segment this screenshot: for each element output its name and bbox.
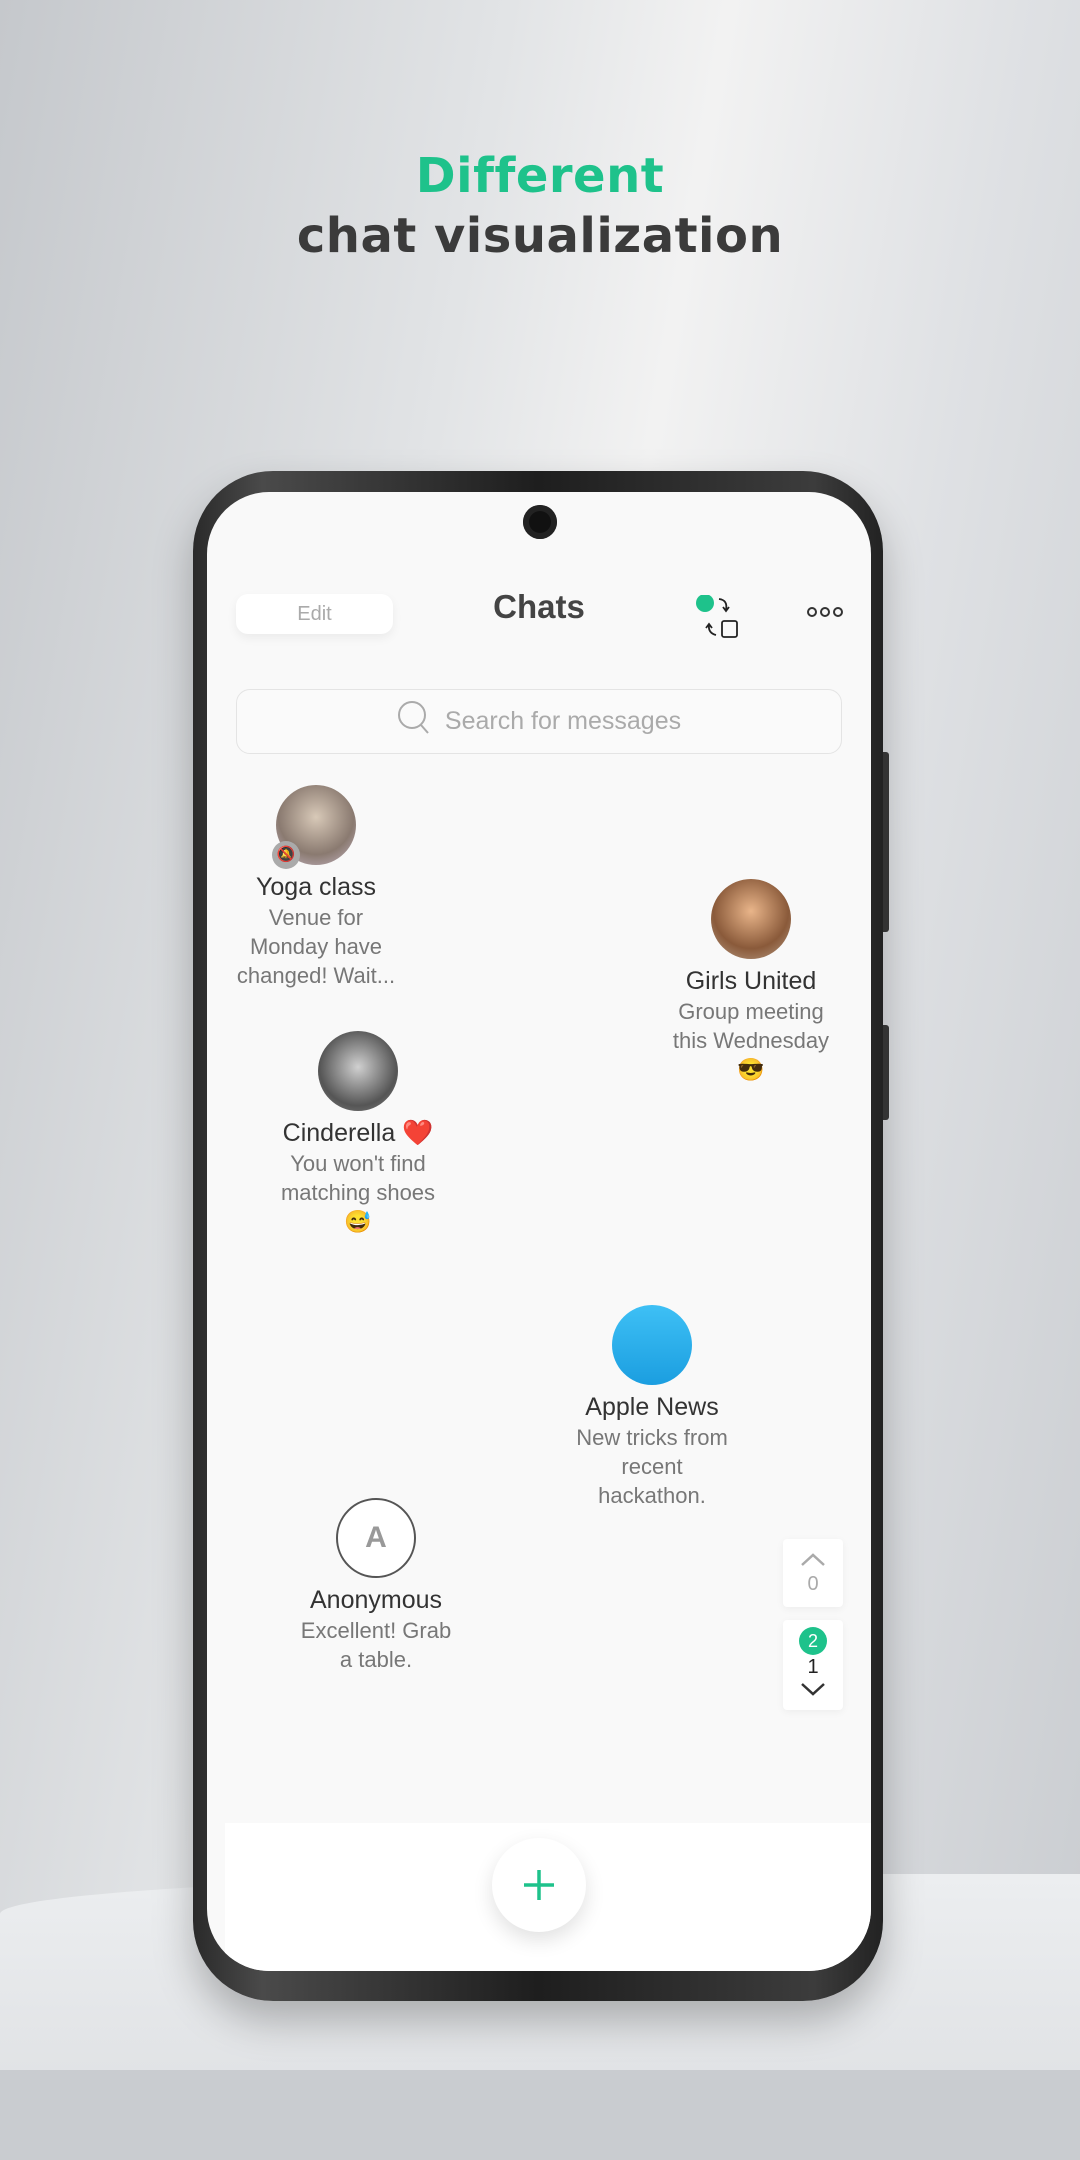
chat-item-anonymous[interactable]: A Anonymous Excellent! Grab a table. bbox=[256, 1498, 496, 1674]
unread-badge: 2 bbox=[799, 1627, 827, 1655]
chat-preview: Excellent! Grab bbox=[300, 1618, 452, 1643]
chat-item-apple-news[interactable]: Apple News New tricks from recent hackat… bbox=[532, 1305, 772, 1510]
chat-preview: Group meeting bbox=[678, 999, 824, 1024]
chat-item-cinderella[interactable]: Cinderella ❤️ You won't find matching sh… bbox=[238, 1031, 478, 1236]
headline-accent: Different bbox=[415, 148, 665, 204]
view-toggle-icon[interactable] bbox=[696, 594, 746, 644]
above-count: 0 bbox=[807, 1573, 819, 1595]
below-count: 1 bbox=[807, 1656, 819, 1678]
chat-preview: 😅 bbox=[344, 1209, 372, 1234]
avatar bbox=[318, 1031, 398, 1111]
more-options-icon[interactable] bbox=[806, 605, 846, 624]
chat-item-yoga-class[interactable]: 🔕 Yoga class Venue for Monday have chang… bbox=[207, 785, 436, 990]
chat-preview: Monday have bbox=[249, 934, 383, 959]
chat-name: Anonymous bbox=[309, 1586, 443, 1614]
new-chat-button[interactable] bbox=[492, 1838, 586, 1932]
chat-name: Apple News bbox=[585, 1393, 719, 1421]
chat-preview: You won't find bbox=[290, 1151, 426, 1176]
search-icon bbox=[397, 700, 431, 743]
scroll-down-button[interactable]: 2 1 bbox=[783, 1620, 843, 1710]
chat-preview: this Wednesday bbox=[672, 1028, 830, 1053]
chevron-up-icon bbox=[801, 1553, 825, 1566]
chat-preview: hackathon. bbox=[598, 1483, 706, 1508]
muted-icon: 🔕 bbox=[272, 841, 300, 869]
chat-preview: Venue for bbox=[268, 905, 364, 930]
page-title: Chats bbox=[493, 588, 585, 625]
avatar: A bbox=[336, 1498, 416, 1578]
apple-logo-icon bbox=[612, 1305, 692, 1385]
chevron-down-icon bbox=[801, 1683, 825, 1696]
chat-preview: a table. bbox=[339, 1647, 413, 1672]
chat-name: Girls United bbox=[685, 967, 817, 995]
chat-preview: New tricks from bbox=[576, 1425, 728, 1450]
avatar: 🔕 bbox=[272, 785, 356, 869]
chat-item-girls-united[interactable]: Girls United Group meeting this Wednesda… bbox=[631, 879, 871, 1084]
volume-button bbox=[883, 752, 889, 932]
avatar bbox=[711, 879, 791, 959]
search-placeholder: Search for messages bbox=[444, 707, 682, 735]
chat-name: Cinderella ❤️ bbox=[282, 1119, 434, 1147]
headline-main: chat visualization bbox=[296, 208, 784, 264]
chat-preview: changed! Wait... bbox=[236, 963, 396, 988]
chat-preview: 😎 bbox=[737, 1057, 765, 1082]
scroll-up-button[interactable]: 0 bbox=[783, 1539, 843, 1607]
phone-screen: Edit Chats Search for messages 🔕 Yoga cl… bbox=[207, 492, 871, 1971]
camera bbox=[523, 505, 557, 539]
search-input[interactable]: Search for messages bbox=[236, 689, 842, 754]
background-floor-edge bbox=[0, 2070, 1080, 2160]
power-button bbox=[883, 1025, 889, 1120]
chat-preview: matching shoes bbox=[280, 1180, 436, 1205]
chat-name: Yoga class bbox=[256, 873, 376, 901]
plus-icon bbox=[524, 1870, 554, 1900]
chat-preview: recent bbox=[621, 1454, 683, 1479]
